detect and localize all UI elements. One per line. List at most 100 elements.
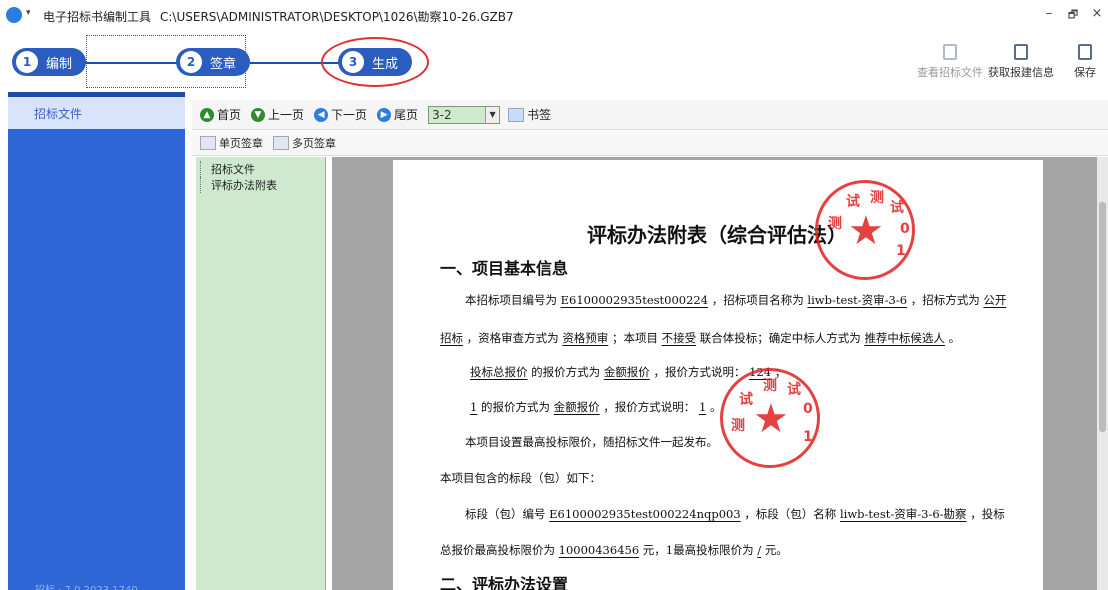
seal-char: 试 [739, 392, 753, 408]
section-heading: 一、项目基本信息 [440, 259, 569, 278]
sidebar-item-bidding-doc[interactable]: 招标文件 [8, 97, 185, 129]
doc-paragraph: 1 的报价方式为 金额报价 ，报价方式说明： 1 。 [470, 399, 721, 415]
save-label: 保存 [1074, 66, 1096, 79]
arrow-left-icon: ◀ [314, 107, 329, 122]
doc-paragraph: 本项目设置最高投标限价，随招标文件一起发布。 [465, 435, 718, 449]
save-icon [1078, 44, 1092, 60]
text: 的报价方式为 [480, 400, 550, 414]
seal-char: 试 [846, 194, 860, 210]
arrow-down-icon: ▼ [251, 107, 266, 122]
doc-paragraph: 总报价最高投标限价为 10000436456 元，1最高投标限价为 / 元。 [440, 542, 788, 558]
scroll-thumb[interactable] [1099, 202, 1106, 432]
document-icon [943, 44, 957, 60]
first-page-label: 首页 [217, 108, 242, 122]
text: ，报价方式说明： [653, 365, 746, 379]
text: ，资格审查方式为 [466, 331, 559, 345]
text: ，招标项目名称为 [711, 293, 804, 307]
text: 本招标项目编号为 [465, 293, 557, 307]
first-page-button[interactable]: ▲ 首页 [200, 106, 241, 123]
winner-method: 推荐中标候选人 [864, 331, 945, 345]
seal-char: 测 [731, 418, 745, 434]
price-mode: 金额报价 [553, 400, 600, 414]
multi-sign-label: 多页签章 [292, 137, 336, 150]
text: 联合体投标；确定中标人方式为 [699, 331, 861, 345]
red-seal-stamp: ★ 测 试 测 试 0 1 [815, 180, 915, 280]
title-bar: ▾ 电子招标书编制工具 C:\USERS\ADMINISTRATOR\DESKT… [0, 0, 1108, 30]
seal-char: 1 [896, 243, 906, 259]
prev-page-label: 上一页 [268, 108, 305, 122]
seal-char: 试 [890, 200, 904, 216]
review-method: 资格预审 [562, 331, 609, 345]
step-label: 签章 [210, 56, 237, 72]
last-page-button[interactable]: ▶ 尾页 [377, 106, 418, 123]
view-doc-button[interactable]: 查看招标文件 [917, 44, 983, 80]
price-note: 1 [698, 400, 707, 414]
doc-paragraph: 招标 ，资格审查方式为 资格预审 ；本项目 不接受 联合体投标；确定中标人方式为… [440, 330, 960, 346]
prev-page-button[interactable]: ▼ 上一页 [251, 106, 304, 123]
step-sign-button[interactable]: 2 签章 [176, 48, 251, 76]
get-info-button[interactable]: 获取报建信息 [988, 44, 1054, 80]
step-label: 编制 [46, 56, 73, 72]
arrow-right-icon: ▶ [377, 107, 392, 122]
page-select[interactable]: 3-2 ▼ [428, 105, 501, 124]
text: ，报价方式说明： [603, 400, 696, 414]
multi-page-sign-button[interactable]: 多页签章 [273, 135, 336, 151]
close-button[interactable]: × [1088, 6, 1106, 21]
restore-button[interactable]: 🗗 [1064, 6, 1082, 25]
seal-char: 0 [803, 401, 813, 417]
stamp-icon [273, 136, 289, 150]
sidebar [8, 97, 185, 590]
text: 元。 [764, 543, 788, 557]
highlight-circle-annotation [321, 37, 429, 87]
text: ；本项目 [611, 331, 658, 345]
text: ，标段（包）名称 [744, 507, 837, 521]
max-price: 10000436456 [558, 543, 640, 557]
save-button[interactable]: 保存 [1074, 44, 1096, 80]
price-mode: 金额报价 [603, 365, 650, 379]
app-logo-icon[interactable] [6, 7, 22, 23]
seal-char: 试 [787, 382, 801, 398]
document-download-icon [1014, 44, 1028, 60]
tree-item[interactable]: 招标文件 [200, 161, 255, 177]
get-info-label: 获取报建信息 [988, 66, 1054, 79]
step-number: 2 [180, 51, 202, 73]
vertical-scrollbar[interactable] [1097, 157, 1108, 590]
bookmark-button[interactable]: 书签 [508, 106, 551, 123]
price-item: 投标总报价 [470, 365, 528, 379]
text: 标段（包）编号 [465, 507, 546, 521]
doc-paragraph: 本招标项目编号为 E6100002935test000224 ，招标项目名称为 … [465, 292, 1006, 308]
doc-title: 评标办法附表（综合评估法） [587, 223, 847, 247]
price-item: 1 [470, 400, 478, 414]
seal-char: 0 [900, 221, 910, 237]
minimize-button[interactable]: – [1040, 6, 1058, 21]
page-select-value: 3-2 [432, 107, 452, 122]
single-sign-label: 单页签章 [219, 137, 263, 150]
tree-item[interactable]: 评标办法附表 [200, 177, 277, 193]
project-code: E6100002935test000224 [560, 293, 709, 307]
section-heading: 二、评标办法设置 [440, 575, 569, 590]
step-number: 1 [16, 51, 38, 73]
section-name: liwb-test-资审-3-6-勘察 [839, 507, 967, 521]
doc-paragraph: 本项目包含的标段（包）如下： [440, 471, 601, 485]
view-doc-label: 查看招标文件 [917, 66, 983, 79]
doc-paragraph: 标段（包）编号 E6100002935test000224nqp003 ，标段（… [465, 506, 1005, 522]
next-page-label: 下一页 [331, 108, 368, 122]
next-page-button[interactable]: ◀ 下一页 [314, 106, 367, 123]
file-path: C:\USERS\ADMINISTRATOR\DESKTOP\1026\勘察10… [160, 10, 514, 24]
consortium-value: 不接受 [661, 331, 697, 345]
bookmark-icon [508, 107, 525, 122]
seal-char: 测 [763, 378, 777, 394]
stamp-icon [200, 136, 216, 150]
bookmark-label: 书签 [527, 108, 552, 122]
seal-char: 1 [803, 429, 813, 445]
single-page-sign-button[interactable]: 单页签章 [200, 135, 263, 151]
text: 的报价方式为 [531, 365, 601, 379]
text: ，招标方式为 [910, 293, 980, 307]
chevron-down-icon[interactable]: ▼ [485, 106, 500, 123]
text: 元，1最高投标限价为 [642, 543, 754, 557]
page-nav-bar: ▲ 首页 ▼ 上一页 ◀ 下一页 ▶ 尾页 3-2 ▼ 书签 [192, 100, 1108, 130]
app-menu-caret-icon[interactable]: ▾ [26, 8, 31, 18]
step-edit-button[interactable]: 1 编制 [12, 48, 87, 76]
bid-method: 招标 [440, 331, 463, 345]
star-icon: ★ [848, 208, 884, 254]
